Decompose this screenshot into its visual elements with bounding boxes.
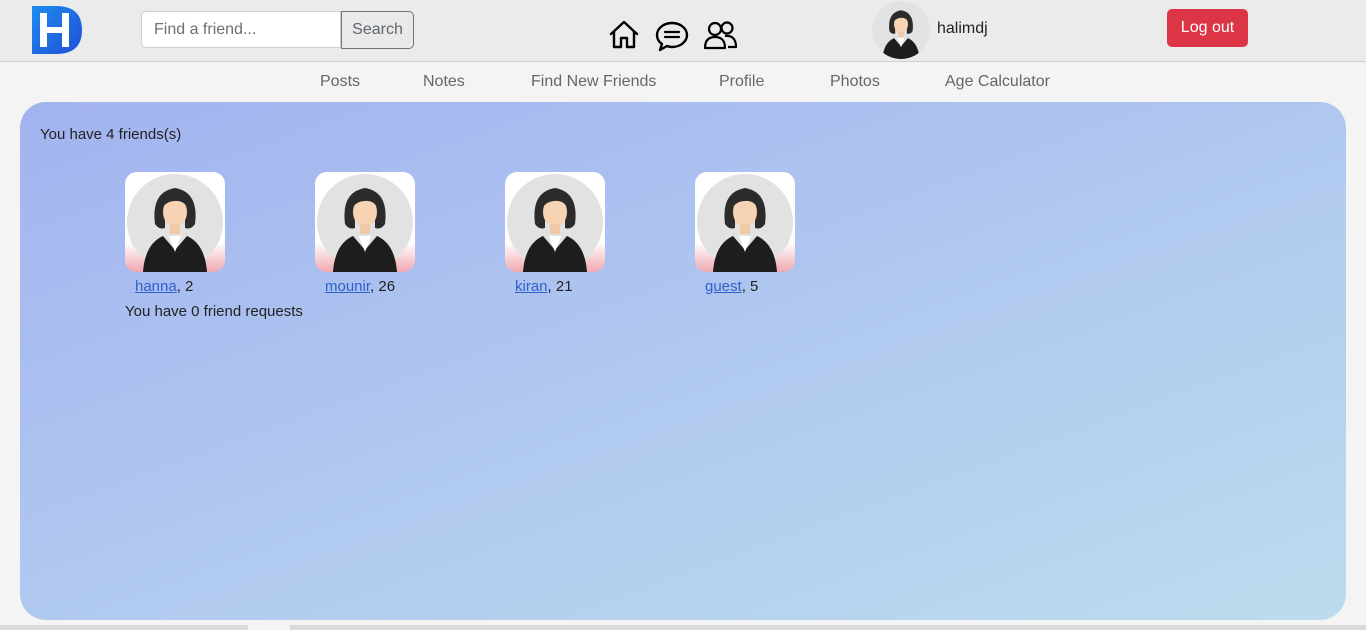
username-label[interactable]: halimdj (937, 20, 988, 38)
tab-profile[interactable]: Profile (719, 73, 764, 91)
tab-photos[interactable]: Photos (830, 73, 880, 91)
friend-avatar[interactable] (505, 172, 605, 272)
user-avatar[interactable] (872, 1, 930, 59)
tab-posts[interactable]: Posts (320, 73, 360, 91)
friend-age: , 26 (370, 278, 396, 295)
horizontal-scrollbar[interactable] (0, 625, 1366, 630)
friend-card: kiran, 21 (505, 172, 615, 295)
friend-caption: kiran, 21 (505, 278, 615, 295)
friend-card: hanna, 2 (125, 172, 235, 295)
friend-avatar[interactable] (695, 172, 795, 272)
tab-notes[interactable]: Notes (423, 73, 465, 91)
friend-link[interactable]: mounir (325, 278, 370, 295)
friends-panel: You have 4 friends(s) hanna, 2 mounir, 2… (20, 102, 1346, 620)
secondary-nav: Posts Notes Find New Friends Profile Pho… (0, 61, 1366, 101)
messages-icon[interactable] (655, 20, 689, 52)
scrollbar-thumb[interactable] (248, 625, 290, 630)
friend-link[interactable]: hanna (135, 278, 177, 295)
friend-caption: hanna, 2 (125, 278, 235, 295)
friend-caption: mounir, 26 (315, 278, 425, 295)
friend-caption: guest, 5 (695, 278, 805, 295)
top-navbar: Search halimdj Log out (0, 0, 1366, 62)
friend-link[interactable]: guest (705, 278, 742, 295)
friend-age: , 2 (176, 278, 194, 295)
friends-count-text: You have 4 friends(s) (40, 126, 182, 143)
friend-age: , 5 (741, 278, 759, 295)
friend-requests-text: You have 0 friend requests (125, 303, 303, 320)
friend-card: mounir, 26 (315, 172, 425, 295)
friend-card: guest, 5 (695, 172, 805, 295)
tab-age-calculator[interactable]: Age Calculator (945, 73, 1050, 91)
avatar-image (872, 1, 930, 59)
logout-button[interactable]: Log out (1167, 9, 1248, 47)
app-logo[interactable] (30, 4, 84, 56)
tab-find-new-friends[interactable]: Find New Friends (531, 73, 656, 91)
friend-age: , 21 (547, 278, 573, 295)
friend-avatar[interactable] (315, 172, 415, 272)
friend-link[interactable]: kiran (515, 278, 548, 295)
search-input[interactable] (141, 11, 341, 48)
friend-avatar[interactable] (125, 172, 225, 272)
search-button[interactable]: Search (341, 11, 414, 49)
home-icon[interactable] (608, 18, 640, 50)
friends-icon[interactable] (703, 20, 738, 50)
